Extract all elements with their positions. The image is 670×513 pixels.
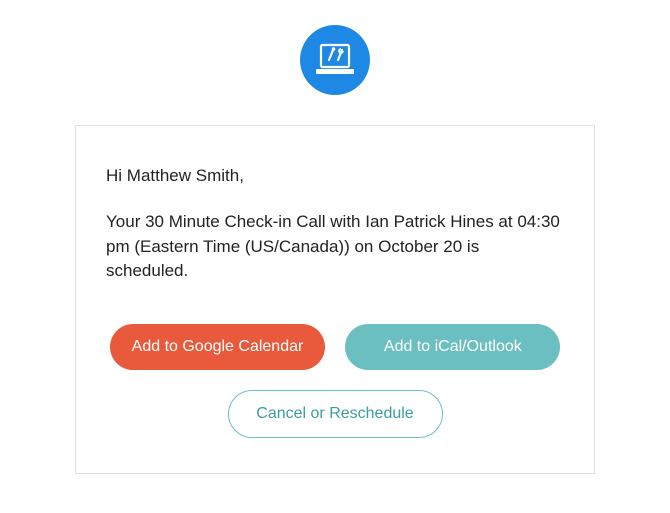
confirmation-card: Hi Matthew Smith, Your 30 Minute Check-i…	[75, 125, 595, 474]
add-ical-outlook-button[interactable]: Add to iCal/Outlook	[345, 324, 560, 370]
secondary-button-row: Cancel or Reschedule	[106, 390, 564, 438]
primary-button-row: Add to Google Calendar Add to iCal/Outlo…	[106, 324, 564, 370]
header-icon-circle	[300, 25, 370, 95]
body-text: Your 30 Minute Check-in Call with Ian Pa…	[106, 210, 564, 284]
add-google-calendar-button[interactable]: Add to Google Calendar	[110, 324, 326, 370]
laptop-tools-icon	[314, 43, 356, 77]
greeting-text: Hi Matthew Smith,	[106, 166, 564, 186]
cancel-reschedule-button[interactable]: Cancel or Reschedule	[228, 390, 443, 438]
